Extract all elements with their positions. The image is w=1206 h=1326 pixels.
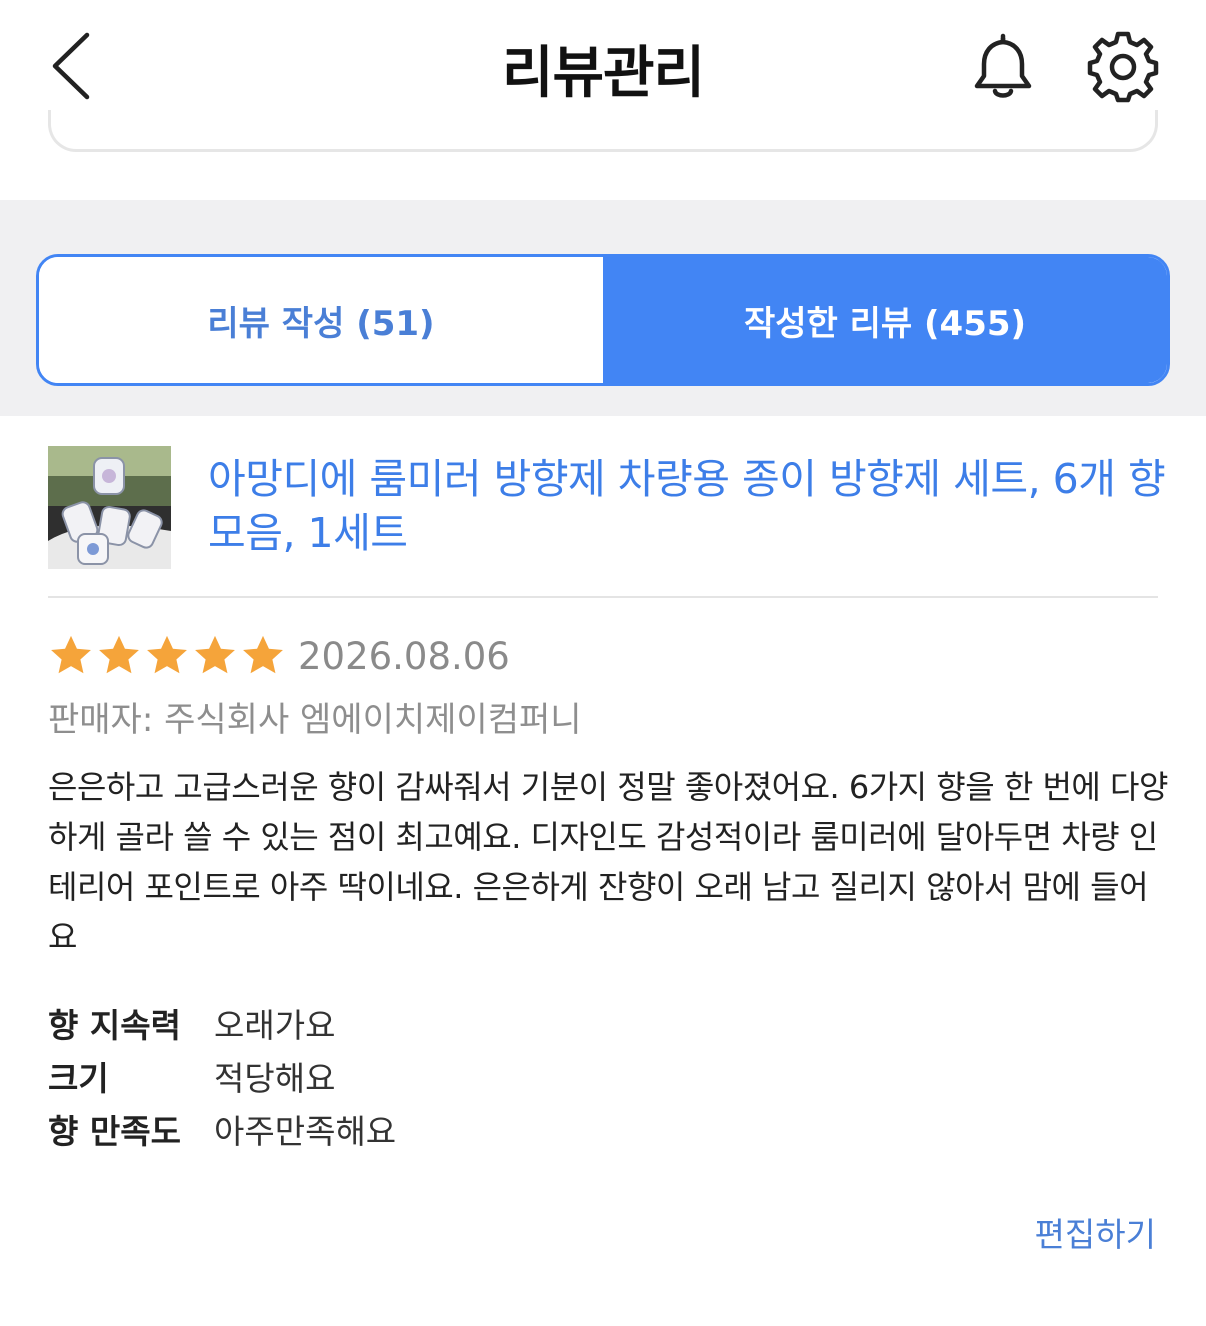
- app-header: 리뷰관리: [0, 0, 1206, 152]
- attribute-value: 적당해요: [214, 1058, 336, 1098]
- attribute-row: 크기 적당해요: [48, 1049, 396, 1102]
- star-icon: [51, 635, 91, 674]
- star-rating: [48, 633, 286, 679]
- attribute-value: 오래가요: [214, 1005, 336, 1045]
- review-attributes: 향 지속력 오래가요 크기 적당해요 향 만족도 아주만족해요: [48, 996, 396, 1155]
- star-icon: [99, 635, 139, 674]
- header-card-edge: [48, 110, 1158, 152]
- seller-name: 판매자: 주식회사 엠에이치제이컴퍼니: [48, 700, 582, 740]
- star-icon: [195, 635, 235, 674]
- attribute-value: 아주만족해요: [214, 1111, 397, 1151]
- star-icon: [243, 635, 283, 674]
- attribute-label: 향 만족도: [48, 1111, 181, 1151]
- review-date: 2026.08.06: [298, 634, 510, 678]
- edit-review-link[interactable]: 편집하기: [1035, 1208, 1156, 1256]
- rating-row: 2026.08.06: [48, 628, 510, 684]
- bell-icon: [974, 33, 1032, 98]
- product-name-link[interactable]: 아망디에 룸미러 방향제 차량용 종이 방향제 세트, 6개 향 모음, 1세트: [208, 452, 1168, 560]
- product-row[interactable]: 아망디에 룸미러 방향제 차량용 종이 방향제 세트, 6개 향 모음, 1세트: [48, 446, 1166, 570]
- attribute-label: 향 지속력: [48, 1005, 181, 1045]
- gear-icon: [1087, 31, 1159, 103]
- notifications-button[interactable]: [966, 30, 1040, 104]
- attribute-label: 크기: [48, 1058, 109, 1098]
- review-text: 은은하고 고급스러운 향이 감싸줘서 기분이 정말 좋아졌어요. 6가지 향을 …: [48, 768, 1168, 956]
- attribute-row: 향 지속력 오래가요: [48, 996, 396, 1049]
- star-icon: [147, 635, 187, 674]
- tab-written-reviews[interactable]: 작성한 리뷰 (455): [603, 257, 1167, 383]
- divider: [48, 596, 1158, 598]
- settings-button[interactable]: [1086, 30, 1160, 104]
- tab-write-review[interactable]: 리뷰 작성 (51): [39, 257, 603, 383]
- product-thumbnail[interactable]: [48, 446, 171, 569]
- review-tabs: 리뷰 작성 (51) 작성한 리뷰 (455): [36, 254, 1170, 386]
- attribute-row: 향 만족도 아주만족해요: [48, 1102, 396, 1155]
